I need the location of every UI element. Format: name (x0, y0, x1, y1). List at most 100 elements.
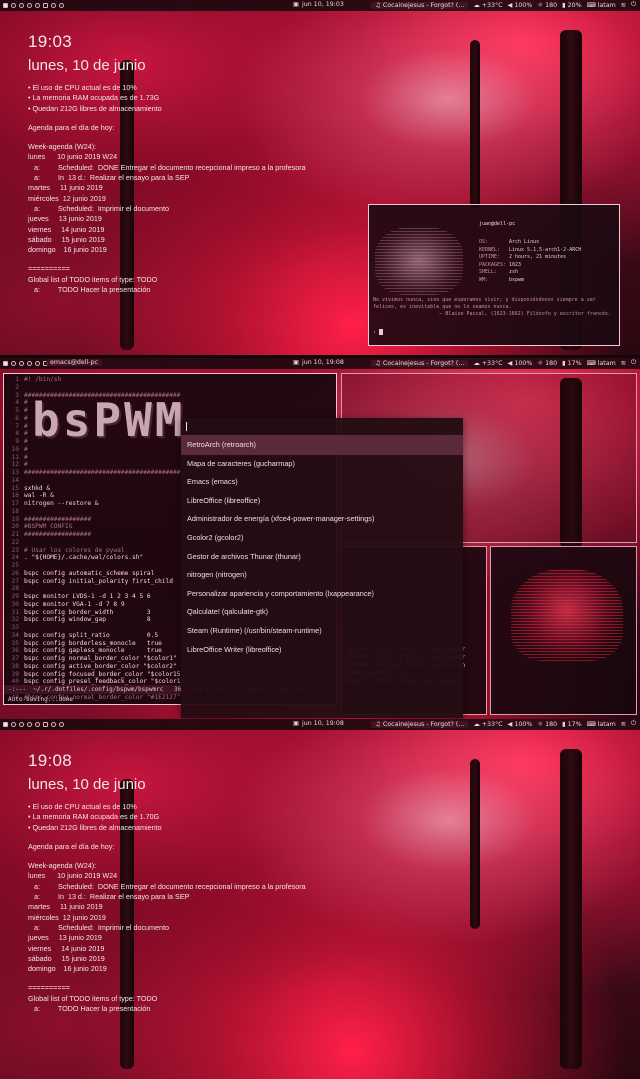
conky-line: a: TODO Hacer la presentación (28, 285, 151, 295)
conky-line: Global list of TODO items of type: TODO (28, 274, 158, 284)
code-text: #! /bin/sh (24, 376, 62, 383)
weather-module: ☁ +33°C (473, 359, 503, 367)
volume-module[interactable]: ◀ 100% (508, 2, 533, 9)
keyboard-module: ⌨ latam (586, 359, 616, 367)
battery-module: ▮ 17% (562, 720, 582, 728)
launcher-item[interactable]: Gestor de archivos Thunar (thunar) (181, 548, 463, 567)
line-number: 33 (11, 624, 19, 631)
launcher-item[interactable]: Administrador de energía (xfce4-power-ma… (181, 510, 463, 529)
fortune-quote: No vivimos nunca, sino que esperamos viv… (373, 297, 611, 317)
wifi-icon[interactable]: ≋ (621, 360, 626, 367)
power-icon[interactable]: ⏻ (631, 359, 636, 367)
launcher-item[interactable]: Steam (Runtime) (/usr/bin/steam-runtime) (181, 622, 463, 641)
code-text: # (24, 438, 28, 445)
conky-info-lines: • El uso de CPU actual es de 10% • La mem… (28, 83, 306, 295)
battery-module: ▮ 17% (562, 359, 582, 367)
calendar-icon: ▣ (293, 1, 299, 8)
volume-module[interactable]: ◀ 100% (508, 360, 533, 367)
music-module[interactable]: ♫ Cocainejesus - Forgot? (... (371, 720, 469, 728)
conky-line: • La memoria RAM ocupada es de 1.73G (28, 93, 160, 103)
ascii-art-terminal[interactable] (490, 546, 637, 715)
code-text: # Usar los colores de pywal (24, 546, 125, 554)
code-text: wal -R & (24, 492, 54, 500)
code-text: bspc monitor VGA-1 -d 7 8 9 (24, 600, 125, 608)
code-text: . "${HOME}/.cache/wal/colors.sh" (24, 554, 144, 562)
workspace-indicators[interactable] (3, 722, 64, 727)
launcher-search-input[interactable] (181, 418, 463, 436)
line-number: 34 (11, 631, 19, 639)
code-text: bspc config border_width 3 (24, 608, 151, 616)
code-text: ########################################… (24, 469, 181, 476)
conky-line: • El uso de CPU actual es de 10% (28, 802, 137, 811)
wifi-icon[interactable]: ≋ (621, 721, 626, 728)
code-text: bspc config split_ratio 0.5 (24, 631, 159, 639)
conky-line: jueves 13 junio 2019 (28, 933, 102, 943)
app-launcher[interactable]: RetroArch (retroarch) Mapa de caracteres … (181, 418, 463, 718)
code-text: # (24, 422, 28, 430)
line-number: 3 (15, 391, 19, 399)
code-line: 19 ################## (6, 516, 188, 524)
conky-line: Week-agenda (W24): (28, 142, 97, 152)
desktop-screenshot-3: ▣ jun 10, 19:08 ♫ Cocainejesus - Forgot?… (0, 719, 640, 1079)
launcher-item[interactable]: LibreOffice Writer (libreoffice) (181, 641, 463, 660)
power-icon[interactable]: ⏻ (631, 1, 636, 9)
launcher-item[interactable]: Personalizar apariencia y comportamiento… (181, 585, 463, 604)
code-text: bspc config focused_border_color "$color… (24, 670, 185, 678)
conky-widget: 19:08 lunes, 10 de junio • El uso de CPU… (28, 751, 306, 1014)
tree-trunk (470, 759, 480, 929)
conky-line: Global list of TODO items of type: TODO (28, 993, 158, 1003)
workspace-indicators[interactable] (3, 3, 64, 8)
ascii-art-image (375, 227, 463, 295)
launcher-item[interactable]: Qalculate! (qalculate-gtk) (181, 603, 463, 622)
launcher-item[interactable]: RetroArch (retroarch) (181, 436, 463, 455)
launcher-item[interactable]: nitrogen (nitrogen) (181, 566, 463, 585)
conky-widget: 19:03 lunes, 10 de junio • El uso de CPU… (28, 32, 306, 295)
code-text: # (24, 461, 28, 469)
code-line: 16 wal -R & (6, 492, 188, 500)
line-number: 22 (11, 538, 19, 546)
launcher-item[interactable]: Emacs (emacs) (181, 473, 463, 492)
code-line: 13 ######################################… (6, 469, 188, 477)
line-number: 16 (11, 492, 19, 500)
text-cursor (379, 329, 384, 335)
code-line: 14 (6, 477, 188, 485)
conky-line: ========== (28, 983, 70, 993)
conky-line: sábado 15 junio 2019 (28, 953, 105, 963)
conky-line: sábado 15 junio 2019 (28, 234, 105, 244)
conky-line: domingo 16 junio 2019 (28, 245, 107, 255)
code-line: 27 bspc config initial_polarity first_chi… (6, 578, 188, 586)
code-text: # (24, 414, 28, 422)
music-module[interactable]: ♫ Cocainejesus - Forgot? (... (371, 1, 469, 9)
launcher-item[interactable]: Mapa de caracteres (gucharmap) (181, 455, 463, 474)
info-key: UPTIME: (479, 254, 501, 260)
conky-line: ========== (28, 264, 70, 274)
bar-right-modules: ♫ Cocainejesus - Forgot? (... ☁ +33°C ◀ … (371, 359, 636, 367)
conky-line: a: Scheduled: DONE Entregar el documento… (28, 881, 306, 891)
conky-line: lunes 10 junio 2019 W24 (28, 871, 118, 881)
bar-right-modules: ♫ Cocainejesus - Forgot? (... ☁ +33°C ◀ … (371, 1, 636, 9)
conky-line (28, 974, 306, 983)
line-number: 26 (11, 569, 19, 577)
launcher-item[interactable]: Gcolor2 (gcolor2) (181, 529, 463, 548)
code-text: bspc monitor LVDS-1 -d 1 2 3 4 5 6 (24, 593, 151, 600)
line-number: 7 (15, 422, 19, 430)
code-line: 28 (6, 585, 188, 593)
launcher-item[interactable]: LibreOffice (libreoffice) (181, 492, 463, 511)
volume-module[interactable]: ◀ 100% (508, 721, 533, 728)
neofetch-terminal[interactable]: juan@dell-pc OS: Arch Linux KERNEL: Linux 5… (368, 204, 620, 346)
conky-line: a: In 13 d.: Realizar el ensayo para la … (28, 892, 190, 902)
keyboard-module: ⌨ latam (586, 720, 616, 728)
info-value: 1023 (509, 261, 522, 268)
calendar-icon: ▣ (293, 359, 299, 366)
ascii-art-image (511, 569, 623, 661)
code-text: # (24, 407, 28, 414)
shell-prompt[interactable]: › (373, 329, 384, 336)
system-info: OS: Arch Linux KERNEL: Linux 5.1.5-arch1-2-… (479, 239, 581, 284)
line-number: 19 (11, 515, 19, 523)
power-icon[interactable]: ⏻ (631, 720, 636, 728)
wifi-icon[interactable]: ≋ (621, 2, 626, 9)
bar-right-modules: ♫ Cocainejesus - Forgot? (... ☁ +33°C ◀ … (371, 720, 636, 728)
music-module[interactable]: ♫ Cocainejesus - Forgot? (... (371, 359, 469, 367)
line-number: 35 (11, 639, 19, 647)
conky-time: 19:03 (28, 32, 73, 51)
